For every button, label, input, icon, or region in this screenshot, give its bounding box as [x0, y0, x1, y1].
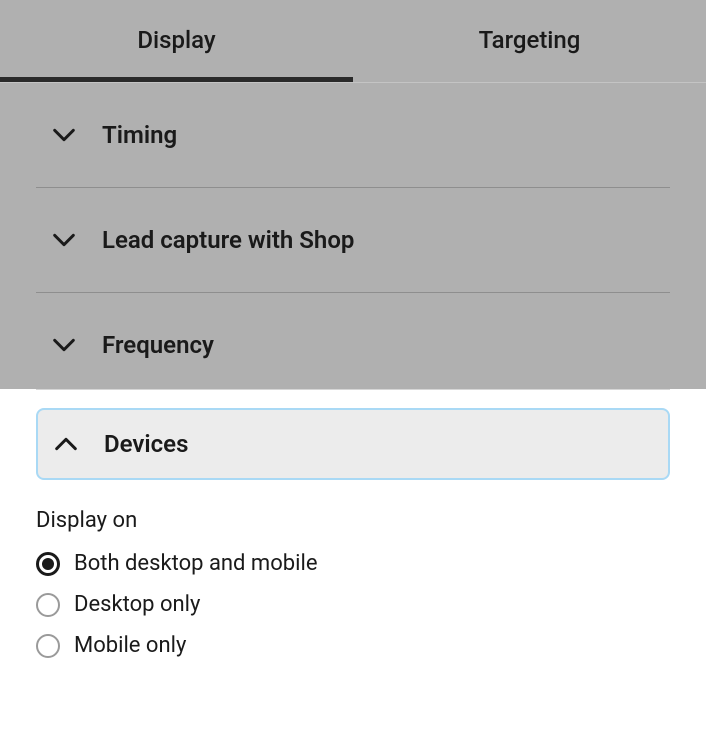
chevron-down-icon: [50, 226, 78, 254]
display-on-radio-group: Both desktop and mobile Desktop only Mob…: [36, 551, 670, 658]
radio-desktop-label: Desktop only: [74, 592, 200, 617]
chevron-down-icon: [50, 121, 78, 149]
accordion-devices-label: Devices: [104, 430, 188, 458]
tab-targeting[interactable]: Targeting: [353, 0, 706, 82]
display-on-title: Display on: [36, 508, 670, 533]
accordion-timing-label: Timing: [102, 121, 177, 149]
radio-circle-icon: [36, 552, 60, 576]
radio-mobile-label: Mobile only: [74, 633, 186, 658]
accordion-timing[interactable]: Timing: [36, 83, 670, 188]
radio-mobile[interactable]: Mobile only: [36, 633, 670, 658]
accordion-lead-capture-label: Lead capture with Shop: [102, 226, 354, 254]
tab-bar: Display Targeting: [0, 0, 706, 83]
tab-display-label: Display: [137, 26, 215, 54]
divider: [36, 389, 670, 390]
accordion-frequency[interactable]: Frequency: [36, 293, 670, 389]
devices-section: Devices Display on Both desktop and mobi…: [0, 408, 706, 658]
accordion-lead-capture[interactable]: Lead capture with Shop: [36, 188, 670, 293]
radio-both[interactable]: Both desktop and mobile: [36, 551, 670, 576]
accordion-frequency-label: Frequency: [102, 331, 214, 359]
radio-both-label: Both desktop and mobile: [74, 551, 317, 576]
radio-circle-icon: [36, 634, 60, 658]
chevron-down-icon: [50, 331, 78, 359]
tab-display[interactable]: Display: [0, 0, 353, 82]
tab-targeting-label: Targeting: [479, 26, 581, 54]
radio-circle-icon: [36, 593, 60, 617]
dimmed-accordion-region: Timing Lead capture with Shop Frequency: [0, 83, 706, 389]
chevron-up-icon: [52, 430, 80, 458]
accordion-devices[interactable]: Devices: [36, 408, 670, 480]
radio-desktop[interactable]: Desktop only: [36, 592, 670, 617]
radio-dot-icon: [42, 558, 54, 570]
